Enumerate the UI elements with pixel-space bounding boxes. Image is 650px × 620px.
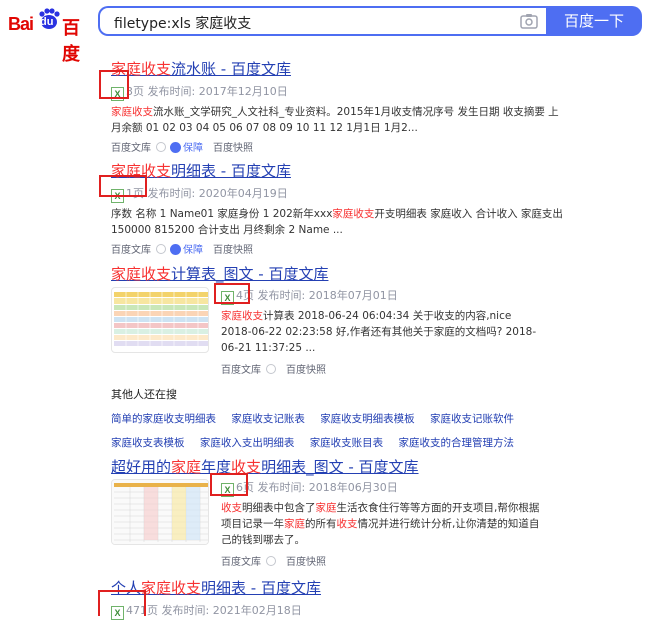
result-title[interactable]: 家庭收支流水账 - 百度文库: [111, 58, 566, 79]
result-body: X 6页 发布时间: 2018年06月30日 收支明细表中包含了家庭生活衣食住行等…: [221, 479, 541, 568]
shield-icon: [170, 244, 181, 255]
related-row: 简单的家庭收支明细表 家庭收支记账表 家庭收支明细表模板 家庭收支记账软件: [111, 411, 526, 426]
result-title[interactable]: 家庭收支计算表_图文 - 百度文库: [111, 263, 328, 284]
info-icon[interactable]: [156, 244, 166, 254]
result-item: 家庭收支明细表 - 百度文库 X 1页 发布时间: 2020年04月19日 序数 …: [111, 160, 566, 256]
related-link[interactable]: 家庭收支的合理管理方法: [399, 437, 515, 449]
search-button[interactable]: 百度一下: [546, 6, 642, 36]
result-source: 百度文库 百度快照: [221, 364, 326, 376]
annotation-box: [210, 473, 248, 496]
result-meta: X 4页 发布时间: 2018年07月01日: [221, 287, 541, 305]
search-box: [98, 6, 546, 36]
related-row: 家庭收支表模板 家庭收入支出明细表 家庭收支账目表 家庭收支的合理管理方法: [111, 435, 526, 450]
spreadsheet-preview-icon: [114, 292, 208, 346]
related-searches: 其他人还在搜 简单的家庭收支明细表 家庭收支记账表 家庭收支明细表模板 家庭收支…: [111, 386, 526, 450]
related-link[interactable]: 家庭收支账目表: [310, 437, 384, 449]
result-item: 家庭收支计算表_图文 - 百度文库: [111, 263, 328, 284]
shield-icon: [170, 142, 181, 153]
search-input[interactable]: [112, 11, 516, 35]
related-link[interactable]: 家庭收支明细表模板: [320, 413, 415, 425]
info-icon[interactable]: [266, 364, 276, 374]
result-abstract: 家庭收支流水账_文学研究_人文社科_专业资料。2015年1月收支情况序号 发生日…: [111, 106, 559, 134]
result-meta: X 6页 发布时间: 2018年06月30日: [221, 479, 541, 497]
result-item: 超好用的家庭年度收支明细表_图文 - 百度文库: [111, 456, 419, 477]
result-item: 家庭收支流水账 - 百度文库 X 3页 发布时间: 2017年12月10日 家庭收…: [111, 58, 566, 154]
spreadsheet-preview-icon: [112, 480, 208, 544]
related-link[interactable]: 家庭收支表模板: [111, 437, 185, 449]
info-icon[interactable]: [156, 142, 166, 152]
result-abstract: 家庭收支计算表 2018-06-24 06:04:34 关于收支的内容,nice…: [221, 310, 537, 354]
result-source: 百度文库 保障 百度快照: [111, 142, 253, 154]
camera-icon[interactable]: [520, 13, 538, 29]
info-icon[interactable]: [266, 556, 276, 566]
result-title[interactable]: 超好用的家庭年度收支明细表_图文 - 百度文库: [111, 456, 419, 477]
result-abstract: 序数 名称 1 Name01 家庭身份 1 202新年xxx家庭收支开支明细表 …: [111, 208, 563, 236]
related-link[interactable]: 家庭收入支出明细表: [200, 437, 295, 449]
result-source: 百度文库 保障 百度快照: [111, 244, 253, 256]
document-thumbnail[interactable]: [111, 287, 209, 353]
annotation-box: [99, 175, 147, 197]
annotation-box: [214, 283, 250, 304]
related-link[interactable]: 家庭收支记账软件: [430, 413, 514, 425]
related-link[interactable]: 简单的家庭收支明细表: [111, 413, 216, 425]
result-abstract: 收支明细表中包含了家庭生活衣食住行等等方面的开支项目,帮你根据项目记录一年家庭的…: [221, 502, 540, 546]
result-meta: X 1页 发布时间: 2020年04月19日: [111, 185, 566, 203]
baidu-logo[interactable]: Bai du 百度: [8, 8, 88, 65]
result-body: X 4页 发布时间: 2018年07月01日 家庭收支计算表 2018-06-24…: [221, 287, 541, 376]
result-title[interactable]: 家庭收支明细表 - 百度文库: [111, 160, 566, 181]
header: Bai du 百度 百度一下: [0, 0, 650, 65]
document-thumbnail[interactable]: [111, 479, 209, 545]
result-source: 百度文库 百度快照: [221, 556, 326, 568]
annotation-box: [98, 590, 146, 616]
annotation-box: [99, 70, 129, 99]
related-link[interactable]: 家庭收支记账表: [231, 413, 305, 425]
result-meta: X 3页 发布时间: 2017年12月10日: [111, 83, 566, 101]
